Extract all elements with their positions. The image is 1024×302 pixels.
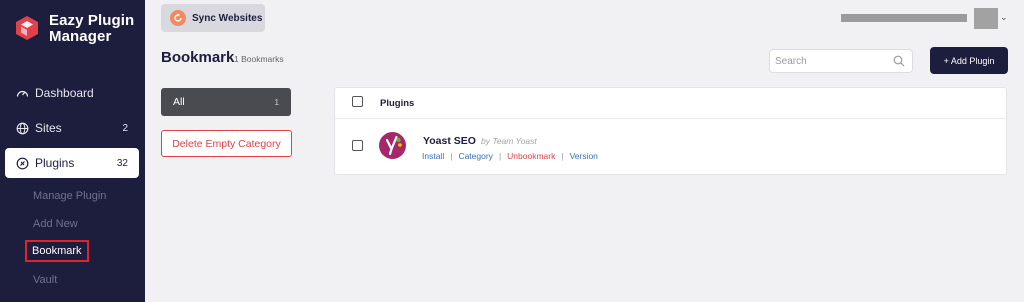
add-plugin-button[interactable]: + Add Plugin [930,47,1008,74]
plugins-count: 32 [116,157,128,169]
sidebar-item-dashboard[interactable]: Dashboard [5,78,139,108]
sidebar-subitem-add-new[interactable]: Add New [33,218,78,230]
gauge-icon [16,87,29,100]
sites-count: 2 [122,122,128,134]
plugin-icon [16,157,29,170]
plugin-author: by Team Yoast [481,136,537,146]
plugin-actions: Install | Category | Unbookmark | Versio… [422,151,598,161]
chevron-down-icon[interactable]: ⌄ [1000,12,1008,23]
column-header-plugins: Plugins [380,98,415,109]
sidebar-subitem-vault[interactable]: Vault [33,274,57,286]
table-header: Plugins [335,88,1006,119]
brand-line-2: Manager [49,28,112,45]
separator: | [498,151,502,161]
sidebar-item-plugins[interactable]: Plugins 32 [5,148,139,178]
globe-icon [16,122,29,135]
sidebar-item-label: Dashboard [35,86,94,100]
category-link[interactable]: Category [458,151,493,161]
bookmark-count: 1 Bookmarks [234,54,284,64]
select-all-checkbox[interactable] [352,96,363,107]
page-title: Bookmark [161,49,235,66]
category-filter-all[interactable]: All 1 [161,88,291,116]
search-box [769,49,913,73]
search-icon[interactable] [893,55,905,67]
install-link[interactable]: Install [422,151,444,161]
search-input[interactable] [770,50,880,72]
category-count: 1 [274,97,279,107]
category-label: All [173,96,185,108]
plugin-name[interactable]: Yoast SEO [423,135,476,147]
plugins-table: Plugins Yoast SEO by Team Yoast Install … [334,87,1007,175]
sync-websites-button[interactable]: Sync Websites [161,4,265,32]
logo-icon [16,16,38,40]
sidebar: Eazy Plugin Manager Dashboard Sites 2 Pl… [0,0,145,302]
unbookmark-link[interactable]: Unbookmark [507,151,555,161]
sidebar-subitem-bookmark[interactable]: Bookmark [25,240,89,262]
separator: | [561,151,564,161]
yoast-logo-icon [379,132,406,159]
user-name-redacted [841,14,967,22]
row-checkbox[interactable] [352,140,363,151]
sidebar-item-label: Plugins [35,156,75,170]
version-link[interactable]: Version [570,151,598,161]
brand-name: Eazy Plugin Manager [49,13,134,45]
sidebar-subitem-manage-plugin[interactable]: Manage Plugin [33,190,106,202]
brand[interactable]: Eazy Plugin Manager [14,13,134,45]
delete-empty-category-button[interactable]: Delete Empty Category [161,130,292,157]
sidebar-item-sites[interactable]: Sites 2 [5,113,139,143]
sidebar-item-label: Sites [35,121,62,135]
separator: | [450,151,453,161]
sync-icon [170,10,186,26]
brand-line-1: Eazy Plugin [49,12,135,29]
sync-websites-label: Sync Websites [192,12,263,24]
avatar[interactable] [974,8,998,29]
